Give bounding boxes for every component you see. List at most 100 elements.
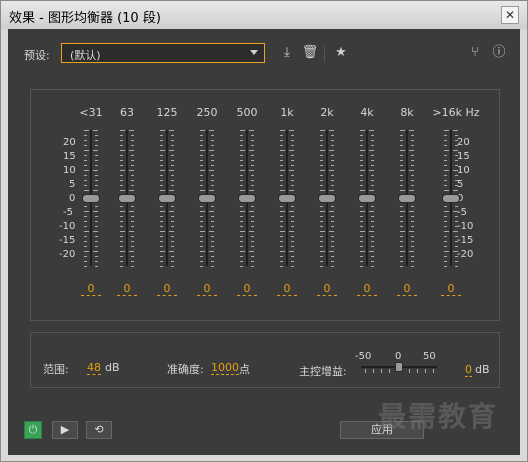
eq-band-thumb[interactable] xyxy=(442,194,460,203)
eq-tick xyxy=(84,185,87,186)
eq-tick xyxy=(289,150,294,151)
eq-band-slider[interactable] xyxy=(442,130,460,267)
eq-tick xyxy=(400,160,403,161)
eq-tick xyxy=(360,226,363,227)
eq-band-thumb[interactable] xyxy=(278,194,296,203)
eq-tick xyxy=(171,246,174,247)
eq-band-thumb[interactable] xyxy=(358,194,376,203)
eq-tick xyxy=(95,180,98,181)
star-icon[interactable]: ★ xyxy=(332,45,350,63)
eq-tick xyxy=(84,206,87,207)
preset-dropdown[interactable]: (默认) xyxy=(61,43,265,63)
eq-tick xyxy=(411,155,414,156)
eq-tick xyxy=(371,155,374,156)
eq-tick xyxy=(360,150,365,151)
eq-tick xyxy=(369,231,374,232)
eq-tick xyxy=(171,175,174,176)
eq-tick xyxy=(371,256,374,257)
eq-tick xyxy=(160,261,163,262)
band-gain-value[interactable]: 0 xyxy=(81,282,101,296)
eq-tick xyxy=(240,165,243,166)
eq-tick xyxy=(120,226,123,227)
eq-tick xyxy=(360,266,363,267)
band-gain-value[interactable]: 0 xyxy=(197,282,217,296)
eq-tick xyxy=(169,231,174,232)
eq-tick xyxy=(409,231,414,232)
eq-tick xyxy=(200,175,203,176)
eq-tick xyxy=(320,261,323,262)
eq-band-thumb[interactable] xyxy=(238,194,256,203)
power-icon[interactable]: ⏻ xyxy=(24,421,42,439)
band-gain-value[interactable]: 0 xyxy=(397,282,417,296)
eq-tick xyxy=(171,160,174,161)
eq-band-thumb[interactable] xyxy=(398,194,416,203)
title-bar[interactable]: 效果 - 图形均衡器 (10 段) ✕ xyxy=(1,1,527,29)
eq-band-slider[interactable] xyxy=(278,130,296,267)
eq-band-slider[interactable] xyxy=(318,130,336,267)
eq-band-slider[interactable] xyxy=(118,130,136,267)
eq-tick xyxy=(120,206,123,207)
eq-tick xyxy=(455,135,458,136)
eq-band-thumb[interactable] xyxy=(82,194,100,203)
eq-tick xyxy=(211,140,214,141)
band-freq-label: 500 xyxy=(236,106,258,119)
band-gain-value[interactable]: 0 xyxy=(277,282,297,296)
eq-band-thumb[interactable] xyxy=(158,194,176,203)
graphic-eq-panel: 20 15 10 5 0 -5 -10 -15 -20 20 15 10 5 0… xyxy=(30,89,500,321)
play-icon[interactable]: ▶ xyxy=(52,421,78,439)
routing-icon[interactable]: ⑂ xyxy=(466,45,484,63)
eq-band-slider[interactable] xyxy=(238,130,256,267)
eq-tick xyxy=(171,180,174,181)
eq-tick xyxy=(240,160,243,161)
eq-band-slider[interactable] xyxy=(198,130,216,267)
eq-tick xyxy=(329,170,334,171)
eq-tick xyxy=(371,261,374,262)
eq-tick xyxy=(93,190,98,191)
master-tick xyxy=(417,369,418,373)
eq-band-slider[interactable] xyxy=(398,130,416,267)
eq-tick xyxy=(120,170,125,171)
preset-value: (默认) xyxy=(70,49,101,62)
eq-tick xyxy=(95,165,98,166)
eq-band-thumb[interactable] xyxy=(118,194,136,203)
eq-band-slider[interactable] xyxy=(358,130,376,267)
eq-band-slider[interactable] xyxy=(82,130,100,267)
close-button[interactable]: ✕ xyxy=(501,6,519,24)
master-gain-value[interactable]: 0 xyxy=(465,363,472,377)
eq-tick xyxy=(211,155,214,156)
download-icon[interactable]: ⤓ xyxy=(278,45,296,63)
eq-band-thumb[interactable] xyxy=(318,194,336,203)
accuracy-value[interactable]: 1000 xyxy=(211,361,239,375)
eq-tick xyxy=(280,231,285,232)
eq-tick xyxy=(211,160,214,161)
master-gain-slider[interactable]: -50 0 50 xyxy=(355,351,437,379)
eq-tick xyxy=(320,140,323,141)
range-value[interactable]: 48 xyxy=(87,361,101,375)
band-gain-value[interactable]: 0 xyxy=(317,282,337,296)
loop-icon[interactable]: ⟲ xyxy=(86,421,112,439)
info-icon[interactable]: ⓘ xyxy=(490,45,508,63)
band-gain-value[interactable]: 0 xyxy=(117,282,137,296)
eq-tick xyxy=(444,160,447,161)
band-gain-value[interactable]: 0 xyxy=(357,282,377,296)
eq-tick xyxy=(409,211,414,212)
eq-tick xyxy=(400,175,403,176)
eq-tick xyxy=(129,170,134,171)
eq-tick xyxy=(171,145,174,146)
eq-tick xyxy=(95,160,98,161)
eq-tick xyxy=(95,221,98,222)
eq-band-thumb[interactable] xyxy=(198,194,216,203)
eq-band-slider[interactable] xyxy=(158,130,176,267)
eq-tick xyxy=(129,130,134,131)
band-gain-value[interactable]: 0 xyxy=(441,282,461,296)
trash-icon[interactable]: 🗑 xyxy=(301,45,319,63)
scale-label: -5 xyxy=(63,207,73,218)
band-gain-value[interactable]: 0 xyxy=(157,282,177,296)
eq-tick xyxy=(209,211,214,212)
eq-tick xyxy=(409,190,414,191)
eq-tick xyxy=(131,246,134,247)
eq-tick xyxy=(120,135,123,136)
band-freq-label: 2k xyxy=(320,106,334,119)
band-gain-value[interactable]: 0 xyxy=(237,282,257,296)
master-gain-thumb[interactable] xyxy=(395,362,403,372)
